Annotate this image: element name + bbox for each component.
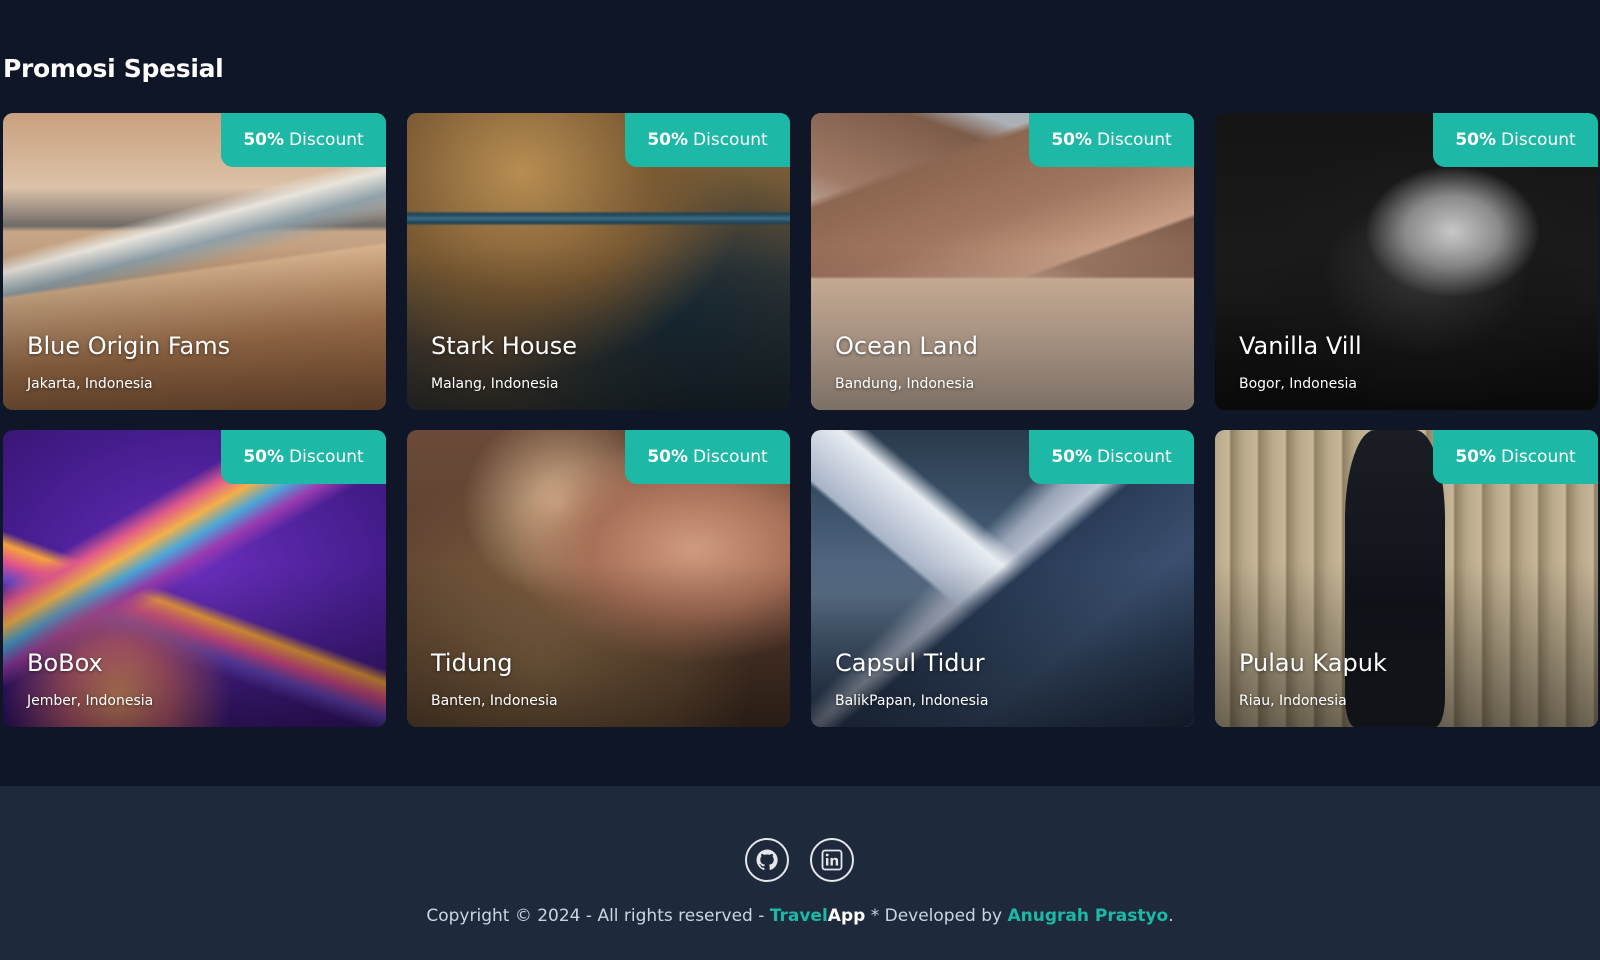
promo-card[interactable]: 50% Discount BoBox Jember, Indonesia [3, 430, 386, 727]
promo-card[interactable]: 50% Discount Blue Origin Fams Jakarta, In… [3, 113, 386, 410]
github-icon [756, 849, 778, 871]
card-location: Banten, Indonesia [431, 693, 558, 709]
card-title: Stark House [431, 332, 577, 360]
brand-link[interactable]: Travel [770, 906, 828, 926]
promo-section: Promosi Spesial 50% Discount Blue Origin … [0, 0, 1600, 786]
card-title: BoBox [27, 649, 103, 677]
promo-card[interactable]: 50% Discount Ocean Land Bandung, Indonesi… [811, 113, 1194, 410]
discount-badge: 50% Discount [221, 430, 386, 484]
card-location: BalikPapan, Indonesia [835, 693, 989, 709]
discount-badge: 50% Discount [1029, 113, 1194, 167]
card-location: Malang, Indonesia [431, 376, 559, 392]
linkedin-link[interactable] [810, 838, 854, 882]
promo-card[interactable]: 50% Discount Capsul Tidur BalikPapan, Ind… [811, 430, 1194, 727]
card-location: Jakarta, Indonesia [27, 376, 153, 392]
footer: Copyright © 2024 - All rights reserved -… [0, 786, 1600, 960]
card-location: Bandung, Indonesia [835, 376, 975, 392]
promo-card[interactable]: 50% Discount Tidung Banten, Indonesia [407, 430, 790, 727]
discount-badge: 50% Discount [625, 430, 790, 484]
section-title: Promosi Spesial [3, 54, 224, 83]
promo-grid: 50% Discount Blue Origin Fams Jakarta, In… [3, 113, 1598, 727]
card-title: Vanilla Vill [1239, 332, 1362, 360]
card-title: Blue Origin Fams [27, 332, 231, 360]
card-title: Tidung [431, 649, 513, 677]
discount-badge: 50% Discount [1433, 430, 1598, 484]
card-title: Pulau Kapuk [1239, 649, 1387, 677]
promo-card[interactable]: 50% Discount Stark House Malang, Indonesi… [407, 113, 790, 410]
promo-card[interactable]: 50% Discount Vanilla Vill Bogor, Indonesi… [1215, 113, 1598, 410]
discount-badge: 50% Discount [1433, 113, 1598, 167]
discount-badge: 50% Discount [1029, 430, 1194, 484]
discount-badge: 50% Discount [221, 113, 386, 167]
linkedin-icon [821, 849, 843, 871]
github-link[interactable] [745, 838, 789, 882]
card-title: Capsul Tidur [835, 649, 985, 677]
copyright-text: Copyright © 2024 - All rights reserved -… [426, 906, 1174, 926]
discount-badge: 50% Discount [625, 113, 790, 167]
card-location: Jember, Indonesia [27, 693, 154, 709]
card-title: Ocean Land [835, 332, 978, 360]
developer-link[interactable]: Anugrah Prastyo [1008, 906, 1169, 926]
card-location: Bogor, Indonesia [1239, 376, 1357, 392]
card-location: Riau, Indonesia [1239, 693, 1347, 709]
promo-card[interactable]: 50% Discount Pulau Kapuk Riau, Indonesia [1215, 430, 1598, 727]
